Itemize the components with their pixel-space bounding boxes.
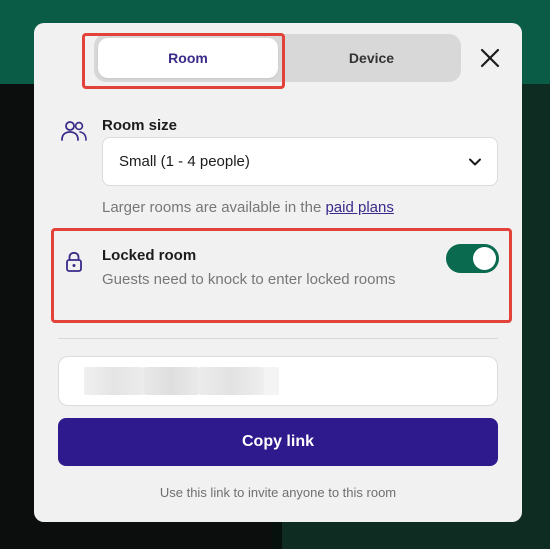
divider — [58, 338, 498, 339]
locked-room-toggle[interactable] — [446, 244, 499, 273]
redacted-link-segment — [84, 367, 144, 395]
locked-room-description: Guests need to knock to enter locked roo… — [102, 271, 396, 288]
chevron-down-icon — [469, 158, 481, 166]
room-size-select[interactable]: Small (1 - 4 people) — [102, 137, 498, 186]
tab-room[interactable]: Room — [98, 38, 278, 78]
people-icon — [61, 121, 87, 141]
close-icon — [480, 48, 500, 68]
room-settings-dialog: Room Device Room size Small (1 - 4 peopl… — [34, 23, 522, 522]
room-size-label: Room size — [102, 117, 178, 134]
room-size-hint: Larger rooms are available in the paid p… — [102, 199, 394, 216]
room-size-hint-text: Larger rooms are available in the — [102, 199, 326, 216]
room-link-field[interactable] — [58, 356, 498, 406]
paid-plans-link[interactable]: paid plans — [325, 199, 393, 216]
toggle-knob — [473, 247, 496, 270]
tab-switcher: Room Device — [94, 34, 461, 82]
redacted-link-segment — [264, 367, 279, 395]
copy-link-button[interactable]: Copy link — [58, 418, 498, 466]
invite-hint: Use this link to invite anyone to this r… — [159, 485, 397, 500]
room-size-value: Small (1 - 4 people) — [119, 153, 250, 170]
lock-icon — [66, 251, 82, 272]
close-button[interactable] — [475, 43, 505, 73]
locked-room-title: Locked room — [102, 247, 197, 264]
tab-device[interactable]: Device — [284, 38, 459, 78]
redacted-link-segment — [199, 367, 264, 395]
redacted-link-segment — [144, 367, 199, 395]
